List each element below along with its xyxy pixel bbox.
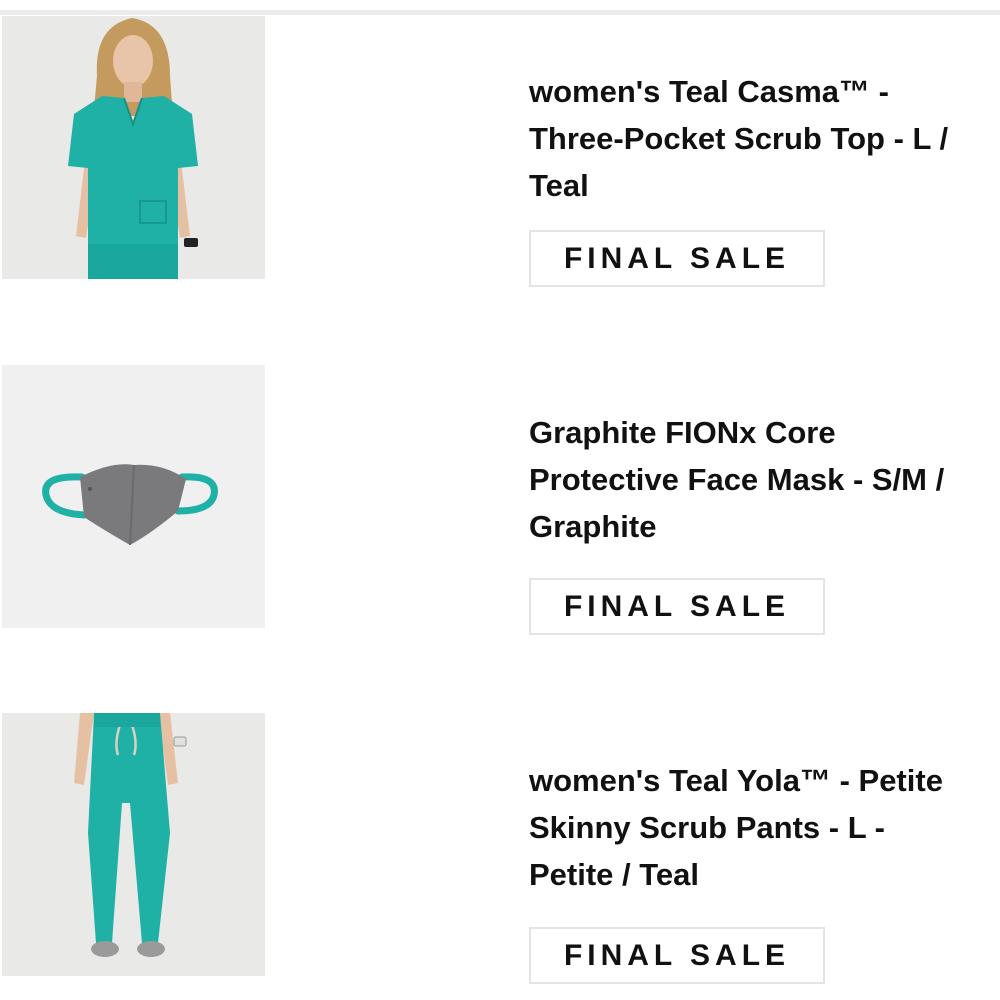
product-image-scrub-pants[interactable] bbox=[2, 713, 265, 976]
product-image-scrub-top[interactable] bbox=[2, 16, 265, 279]
final-sale-badge: FINAL SALE bbox=[529, 230, 825, 287]
top-divider bbox=[0, 10, 1000, 15]
product-title[interactable]: women's Teal Casma™ - Three-Pocket Scrub… bbox=[529, 68, 969, 209]
cart-item: women's Teal Yola™ - Petite Skinny Scrub… bbox=[0, 713, 1000, 984]
product-title[interactable]: women's Teal Yola™ - Petite Skinny Scrub… bbox=[529, 757, 969, 898]
product-image-face-mask[interactable] bbox=[2, 365, 265, 628]
scrub-pants-image bbox=[2, 713, 265, 976]
final-sale-badge: FINAL SALE bbox=[529, 927, 825, 984]
final-sale-badge: FINAL SALE bbox=[529, 578, 825, 635]
product-title[interactable]: Graphite FIONx Core Protective Face Mask… bbox=[529, 409, 969, 550]
scrub-top-image bbox=[2, 16, 265, 279]
face-mask-image bbox=[2, 365, 265, 628]
cart-item: women's Teal Casma™ - Three-Pocket Scrub… bbox=[0, 16, 1000, 287]
cart-item: Graphite FIONx Core Protective Face Mask… bbox=[0, 365, 1000, 635]
